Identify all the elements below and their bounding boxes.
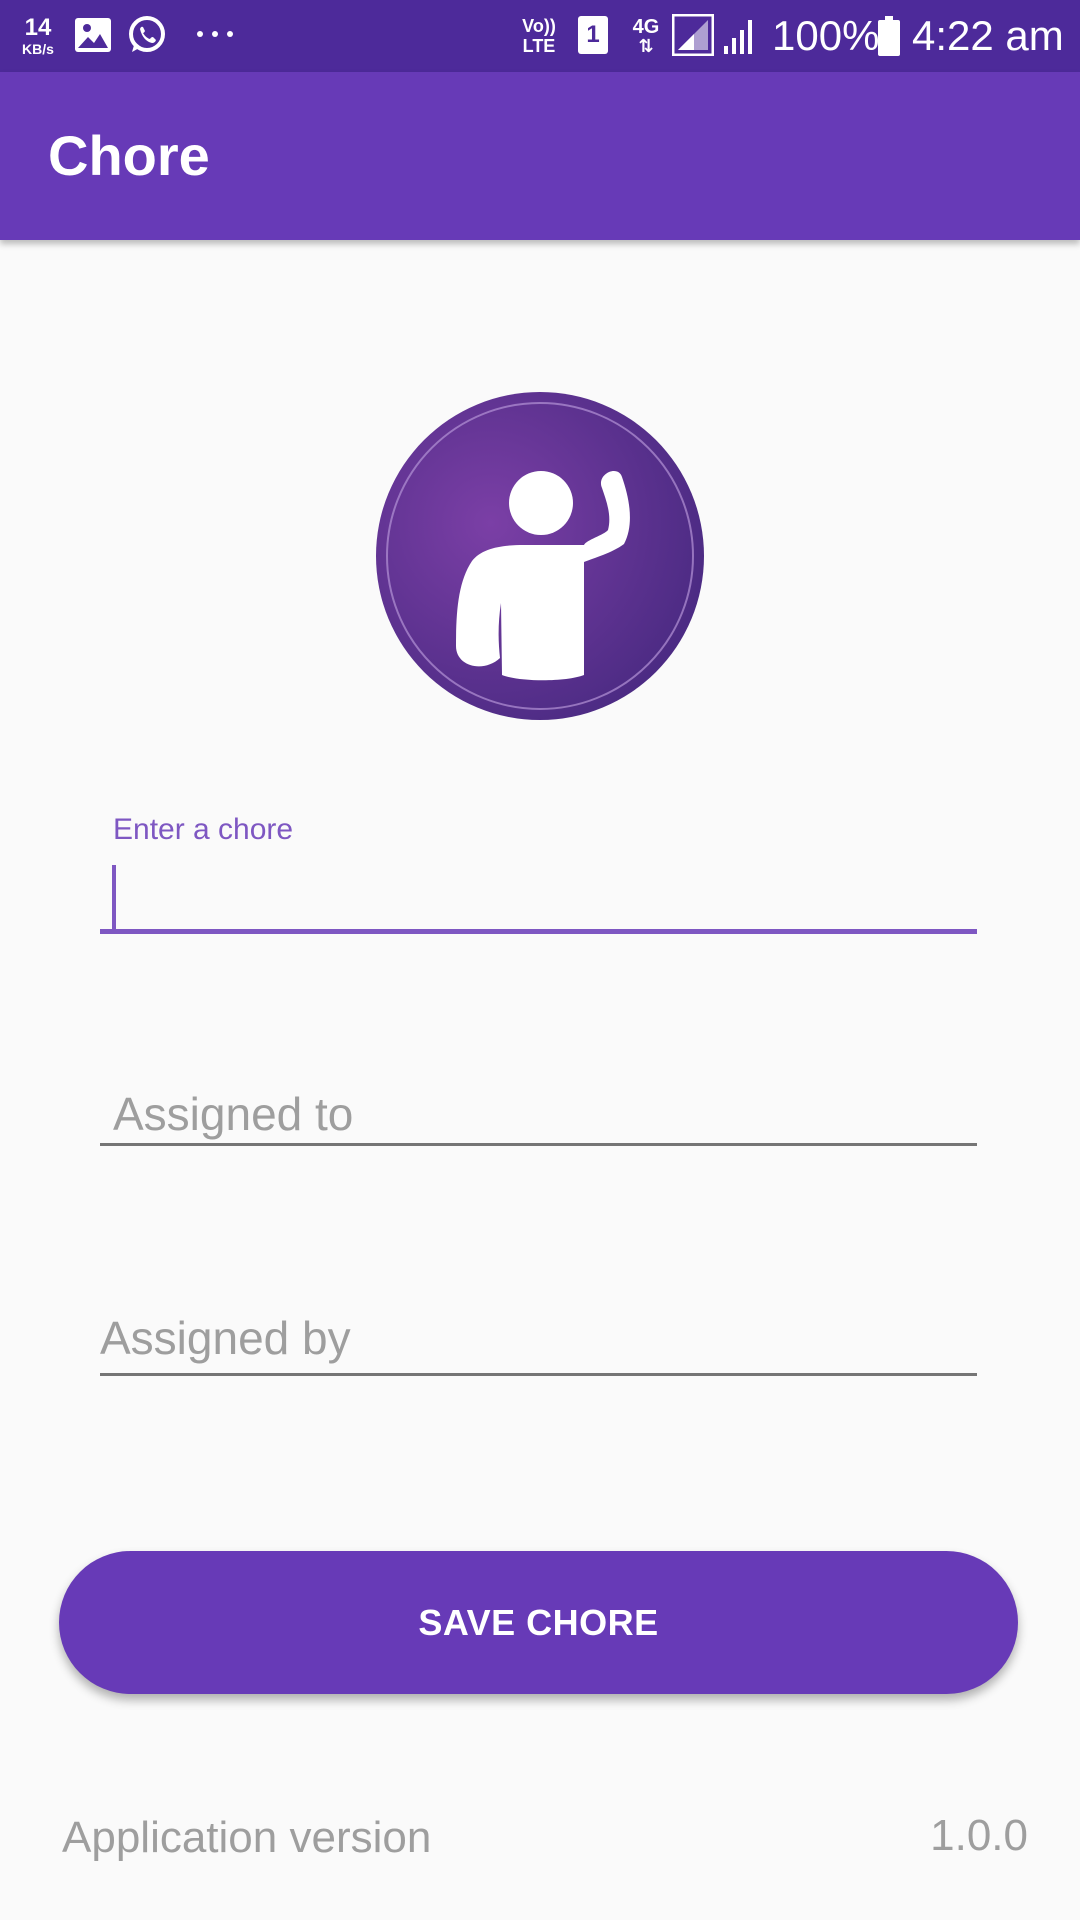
volte-top-label: Vo)) xyxy=(522,16,556,36)
signal-strength-icon xyxy=(722,16,758,56)
battery-percent: 100% xyxy=(772,12,880,59)
save-chore-button-label: SAVE CHORE xyxy=(418,1601,659,1643)
status-time: 4:22 am xyxy=(912,12,1064,59)
version-label: Application version xyxy=(62,1813,432,1862)
network-speed-value: 14 xyxy=(24,14,52,41)
chore-field[interactable]: Enter a chore xyxy=(100,812,977,934)
page-title: Chore xyxy=(48,124,210,187)
network-type-label: 4G xyxy=(632,16,660,38)
more-notifications-icon xyxy=(194,24,236,44)
assigned-to-underline xyxy=(100,1143,977,1146)
whatsapp-icon xyxy=(126,14,168,56)
sim-slot-label: 1 xyxy=(586,21,600,48)
volte-icon: Vo)) LTE xyxy=(518,14,560,58)
volte-bottom-label: LTE xyxy=(522,36,556,56)
person-waving-icon xyxy=(374,390,706,722)
assigned-by-field[interactable]: Assigned by xyxy=(100,1300,977,1378)
chore-field-label: Enter a chore xyxy=(113,813,294,846)
sim-icon: 1 xyxy=(578,16,608,54)
app-bar: Chore xyxy=(0,72,1080,240)
assigned-to-field[interactable]: Assigned to xyxy=(100,1080,977,1148)
chore-field-underline xyxy=(100,929,977,934)
status-bar: 14 KB/s Vo)) LTE 1 4G ⇅ 100% 4:22 am xyxy=(0,0,1080,72)
signal-icon xyxy=(672,14,714,56)
save-chore-button[interactable]: SAVE CHORE xyxy=(59,1551,1018,1694)
version-value: 1.0.0 xyxy=(930,1811,1028,1860)
gallery-icon xyxy=(74,16,112,54)
assigned-by-placeholder: Assigned by xyxy=(100,1312,351,1364)
assigned-by-underline xyxy=(100,1373,977,1376)
network-speed-unit: KB/s xyxy=(22,41,54,57)
text-cursor xyxy=(112,865,116,929)
data-arrows-icon: 4G ⇅ xyxy=(632,16,660,56)
assigned-to-placeholder: Assigned to xyxy=(113,1088,354,1140)
battery-icon xyxy=(878,16,900,56)
network-speed-indicator: 14 KB/s xyxy=(14,12,62,60)
